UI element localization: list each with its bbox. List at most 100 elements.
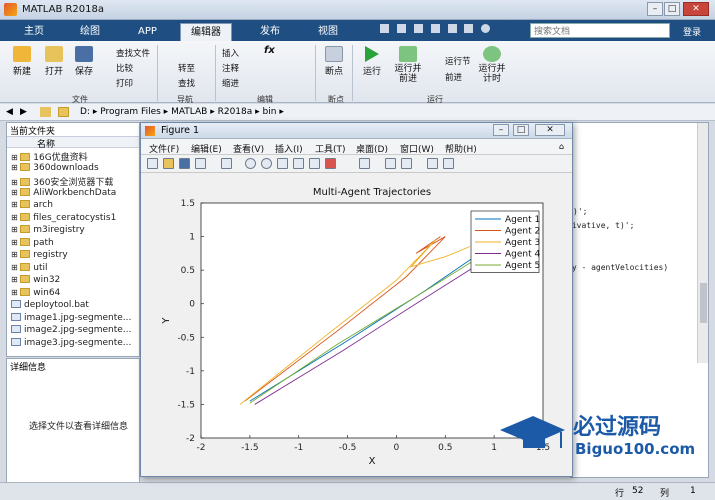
menu-desktop[interactable]: 桌面(D) xyxy=(356,142,388,155)
print-figure-icon[interactable] xyxy=(195,158,206,169)
brush-icon[interactable] xyxy=(325,158,336,169)
folder-row[interactable]: ⊞ files_ceratocystis1 xyxy=(11,212,116,225)
file-row[interactable]: image3.jpg-segmente... xyxy=(11,337,131,350)
pan-icon[interactable] xyxy=(277,158,288,169)
quick-save-icon[interactable] xyxy=(380,24,389,33)
up-folder-icon[interactable] xyxy=(40,107,51,117)
zoom-out-icon[interactable] xyxy=(261,158,272,169)
browse-icon[interactable] xyxy=(58,107,69,117)
tab-editor[interactable]: 编辑器 xyxy=(180,23,232,41)
folder-row[interactable]: ⊞ util xyxy=(11,262,47,275)
insert-button[interactable]: 插入 xyxy=(222,47,239,59)
path-breadcrumb[interactable]: D: ▸ Program Files ▸ MATLAB ▸ R2018a ▸ b… xyxy=(80,107,284,117)
rotate-3d-icon[interactable] xyxy=(293,158,304,169)
folder-row[interactable]: ⊞ AliWorkbenchData xyxy=(11,187,116,200)
help-icon[interactable] xyxy=(481,24,491,33)
expand-icon[interactable]: ⊞ xyxy=(11,250,20,259)
menu-help[interactable]: 帮助(H) xyxy=(445,142,477,155)
expand-icon[interactable]: ⊞ xyxy=(11,200,20,209)
advance-button[interactable]: 前进 xyxy=(445,71,462,83)
expand-icon[interactable]: ⊞ xyxy=(11,275,20,284)
expand-icon[interactable]: ⊞ xyxy=(11,213,20,222)
menu-window[interactable]: 窗口(W) xyxy=(400,142,434,155)
tab-view[interactable]: 视图 xyxy=(308,23,348,41)
close-button[interactable]: ✕ xyxy=(683,2,709,16)
maximize-button[interactable]: □ xyxy=(664,2,680,16)
folder-row[interactable]: ⊞ 16G优盘资料 xyxy=(11,150,88,163)
zoom-in-icon[interactable] xyxy=(245,158,256,169)
folder-row[interactable]: ⊞ 360downloads xyxy=(11,162,99,175)
folder-row[interactable]: ⊞ 360安全浏览器下载 xyxy=(11,175,113,188)
folder-row[interactable]: ⊞ arch xyxy=(11,200,53,212)
link-plot-icon[interactable] xyxy=(359,158,370,169)
run-section-button[interactable]: 运行节 xyxy=(445,55,471,67)
column-header-name[interactable]: 名称 xyxy=(7,136,139,150)
tab-home[interactable]: 主页 xyxy=(14,23,54,41)
menu-tools[interactable]: 工具(T) xyxy=(315,142,346,155)
goto-button[interactable]: 转至 xyxy=(178,62,195,74)
open-file-icon[interactable] xyxy=(163,158,174,169)
save-figure-icon[interactable] xyxy=(179,158,190,169)
expand-icon[interactable]: ⊞ xyxy=(11,238,20,247)
expand-icon[interactable]: ⊞ xyxy=(11,153,20,162)
legend-toggle-icon[interactable] xyxy=(401,158,412,169)
expand-icon[interactable]: ⊞ xyxy=(11,288,20,297)
run-button[interactable]: 运行 xyxy=(358,46,386,77)
forward-icon[interactable]: ▶ xyxy=(20,107,27,117)
compare-button[interactable]: 比较 xyxy=(116,62,133,74)
back-icon[interactable]: ◀ xyxy=(6,107,13,117)
minimize-button[interactable]: – xyxy=(647,2,663,16)
path-segment[interactable]: Program Files xyxy=(100,107,161,117)
print-button[interactable]: 打印 xyxy=(116,77,133,89)
menu-insert[interactable]: 插入(I) xyxy=(275,142,303,155)
tab-plots[interactable]: 绘图 xyxy=(70,23,110,41)
find-files-button[interactable]: 查找文件 xyxy=(116,47,150,59)
figure-close-button[interactable]: ✕ xyxy=(535,124,565,136)
quick-redo-icon[interactable] xyxy=(464,24,474,33)
menu-file[interactable]: 文件(F) xyxy=(149,142,179,155)
fx-icon[interactable]: fx xyxy=(264,45,275,56)
folder-row[interactable]: ⊞ m3iregistry xyxy=(11,225,85,237)
file-row[interactable]: deploytool.bat xyxy=(11,300,89,312)
folder-row[interactable]: ⊞ win32 xyxy=(11,275,60,287)
expand-icon[interactable]: ⊞ xyxy=(11,163,20,172)
folder-row[interactable]: ⊞ path xyxy=(11,237,54,250)
quick-copy-icon[interactable] xyxy=(413,24,423,33)
breakpoints-button[interactable]: 断点 xyxy=(320,46,348,77)
expand-icon[interactable]: ⊞ xyxy=(11,263,20,272)
save-button[interactable]: 保存 xyxy=(70,46,98,77)
menu-edit[interactable]: 编辑(E) xyxy=(191,142,222,155)
vertical-scrollbar[interactable] xyxy=(697,123,708,363)
show-plot-tools-icon[interactable] xyxy=(443,158,454,169)
folder-row[interactable]: ⊞ registry xyxy=(11,250,68,262)
expand-icon[interactable]: ⊞ xyxy=(11,188,20,197)
comment-button[interactable]: 注释 xyxy=(222,62,239,74)
quick-undo-icon[interactable] xyxy=(447,24,457,33)
edit-plot-icon[interactable] xyxy=(221,158,232,169)
path-segment[interactable]: D: xyxy=(80,107,90,117)
quick-cut-icon[interactable] xyxy=(396,24,406,33)
menu-view[interactable]: 查看(V) xyxy=(233,142,264,155)
tab-apps[interactable]: APP xyxy=(128,23,167,41)
folder-row[interactable]: ⊞ win64 xyxy=(11,287,60,300)
path-segment[interactable]: MATLAB xyxy=(171,107,207,117)
quick-paste-icon[interactable] xyxy=(430,24,440,33)
tab-publish[interactable]: 发布 xyxy=(250,23,290,41)
menu-pin-icon[interactable]: ⌂ xyxy=(559,142,564,151)
run-time-button[interactable]: 运行并 计时 xyxy=(476,46,508,84)
figure-maximize-button[interactable]: □ xyxy=(513,124,529,136)
run-advance-button[interactable]: 运行并 前进 xyxy=(392,46,424,84)
login-link[interactable]: 登录 xyxy=(683,25,701,38)
search-input[interactable] xyxy=(530,23,670,38)
scrollbar-thumb[interactable] xyxy=(700,283,707,323)
figure-minimize-button[interactable]: – xyxy=(493,124,509,136)
new-figure-icon[interactable] xyxy=(147,158,158,169)
path-segment[interactable]: R2018a xyxy=(218,107,253,117)
expand-icon[interactable]: ⊞ xyxy=(11,178,20,187)
colorbar-icon[interactable] xyxy=(385,158,396,169)
find-button[interactable]: 查找 xyxy=(178,77,195,89)
path-segment[interactable]: bin xyxy=(263,107,277,117)
expand-icon[interactable]: ⊞ xyxy=(11,225,20,234)
new-button[interactable]: 新建 xyxy=(8,46,36,77)
open-button[interactable]: 打开 xyxy=(40,46,68,77)
